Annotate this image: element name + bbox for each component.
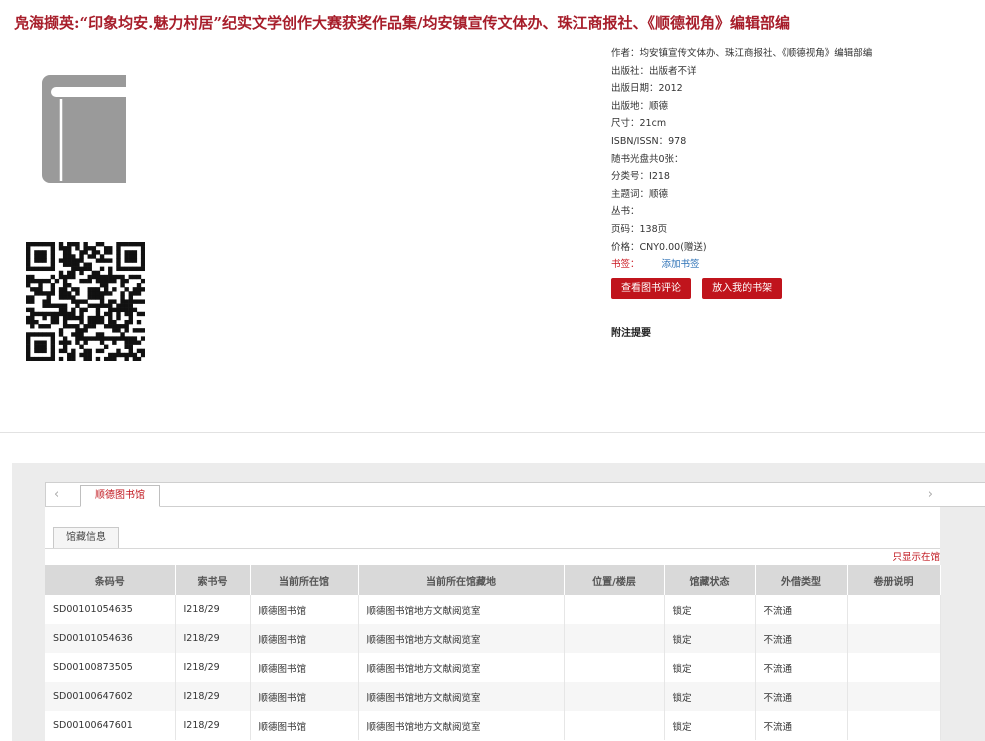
book-cover-icon: [40, 73, 130, 188]
book-title: 凫海撷英:“印象均安.魅力村居”纪实文学创作大赛获奖作品集/均安镇宣传文体办、珠…: [14, 14, 790, 32]
col-loan-type: 外借类型: [755, 565, 848, 595]
only-show-available-link[interactable]: 只显示在馆: [892, 549, 940, 563]
tab-scroll-right-icon[interactable]: ›: [928, 487, 933, 502]
tab-holdings-info[interactable]: 馆藏信息: [53, 527, 119, 549]
col-barcode: 条码号: [45, 565, 176, 595]
meta-classno: 分类号：I218: [611, 171, 670, 183]
view-reviews-button[interactable]: 查看图书评论: [611, 278, 691, 299]
book-meta: 作者：均安镇宣传文体办、珠江商报社、《顺德视角》编辑部编 出版社：出版者不详 出…: [611, 45, 981, 274]
subtab-divider: [45, 548, 940, 549]
meta-pub-date: 出版日期：2012: [611, 83, 683, 95]
meta-subject: 主题词：顺德: [611, 188, 669, 200]
meta-series: 丛书：: [611, 206, 640, 218]
qr-code-icon: [26, 242, 146, 362]
col-location: 当前所在馆藏地: [358, 565, 565, 595]
tab-scroll-left-icon[interactable]: ‹: [54, 487, 59, 502]
holdings-table: 条码号 索书号 当前所在馆 当前所在馆藏地 位置/楼层 馆藏状态 外借类型 卷册…: [45, 565, 941, 740]
holdings-content: 馆藏信息 只显示在馆 条码号 索书号 当前所在馆 当前所在馆藏地 位置/楼层 馆…: [45, 507, 941, 741]
meta-publisher: 出版社：出版者不详: [611, 65, 697, 77]
table-row: SD00100873505 I218/29 顺德图书馆 顺德图书馆地方文献阅览室 锁定不…: [45, 653, 941, 682]
tab-shunde-library[interactable]: 顺德图书馆: [80, 485, 160, 507]
table-header-row: 条码号 索书号 当前所在馆 当前所在馆藏地 位置/楼层 馆藏状态 外借类型 卷册…: [45, 565, 941, 595]
note-title: 附注提要: [611, 328, 651, 339]
meta-author: 作者：均安镇宣传文体办、珠江商报社、《顺德视角》编辑部编: [611, 48, 873, 59]
meta-isbn: ISBN/ISSN：978: [611, 135, 687, 147]
col-status: 馆藏状态: [664, 565, 756, 595]
library-tabbar: ‹ 顺德图书馆 ›: [45, 482, 985, 507]
meta-cd: 随书光盘共0张：: [611, 153, 684, 165]
action-buttons: 查看图书评论 放入我的书架: [611, 278, 790, 299]
table-row: SD00100647601 I218/29 顺德图书馆 顺德图书馆地方文献阅览室 锁定不…: [45, 711, 941, 740]
meta-price: 价格：CNY0.00(赠送): [611, 241, 707, 253]
add-bookmark-link[interactable]: 添加书签: [662, 259, 700, 270]
section-divider: [0, 432, 985, 433]
add-to-shelf-button[interactable]: 放入我的书架: [702, 278, 783, 299]
meta-pages: 页码：138页: [611, 223, 668, 235]
meta-size: 尺寸：21cm: [611, 118, 667, 130]
table-row: SD00101054636 I218/29 顺德图书馆 顺德图书馆地方文献阅览室 锁定不…: [45, 624, 941, 653]
col-floor: 位置/楼层: [564, 565, 665, 595]
table-row: SD00100647602 I218/29 顺德图书馆 顺德图书馆地方文献阅览室 锁定不…: [45, 682, 941, 711]
col-library: 当前所在馆: [250, 565, 359, 595]
col-callno: 索书号: [175, 565, 251, 595]
col-volume-note: 卷册说明: [847, 565, 941, 595]
table-row: SD00101054635 I218/29 顺德图书馆 顺德图书馆地方文献阅览室 锁定不…: [45, 595, 941, 624]
meta-pub-place: 出版地：顺德: [611, 100, 669, 112]
meta-bookmark: 书签： 添加书签: [611, 259, 700, 271]
